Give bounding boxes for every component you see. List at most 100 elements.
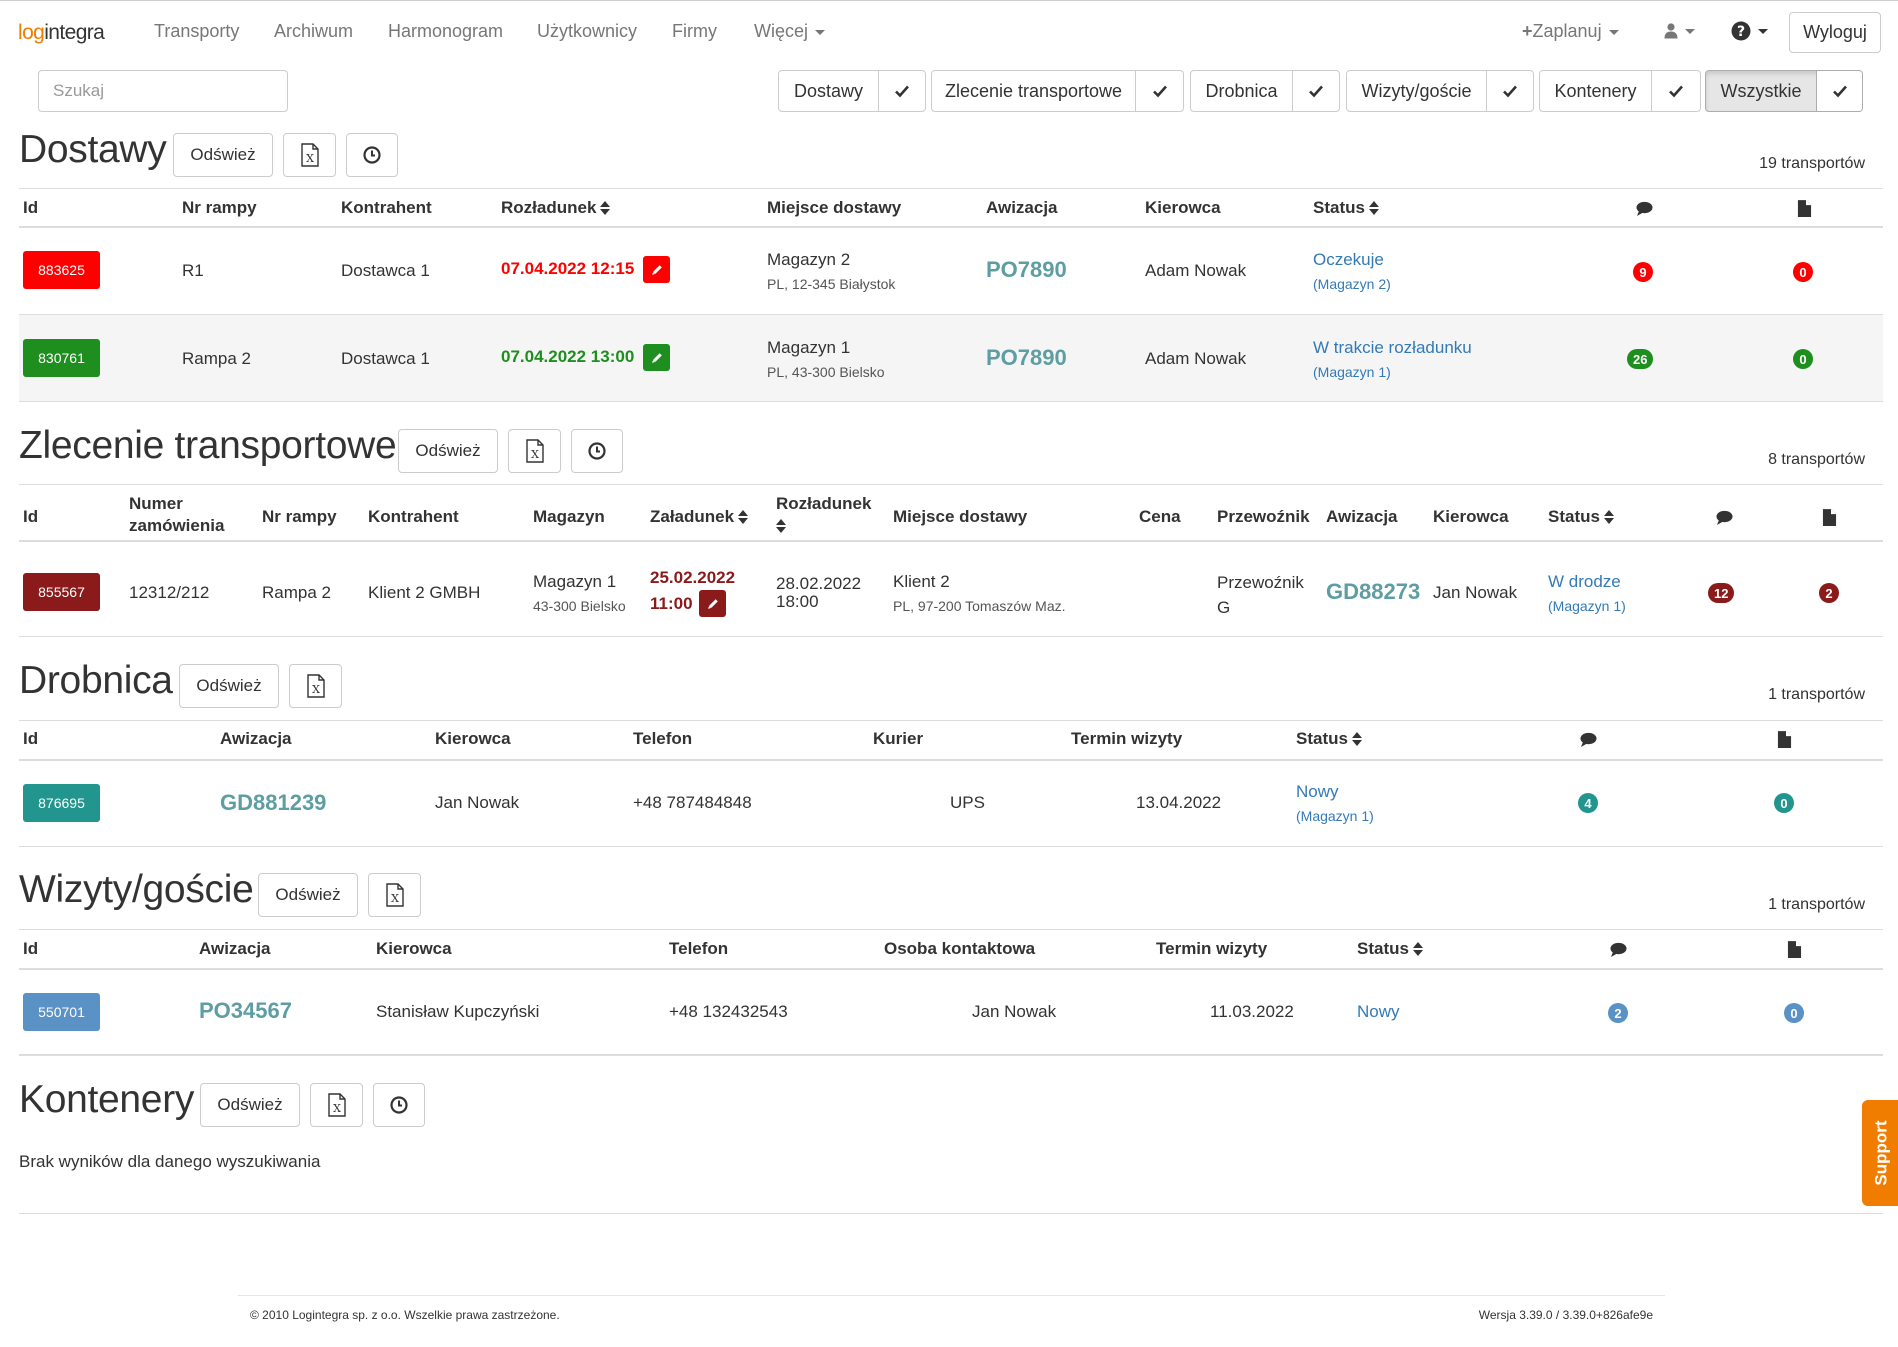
documents-badge[interactable]: 0 <box>1793 262 1813 282</box>
navbar: logintegra Transporty Archiwum Harmonogr… <box>0 1 1898 63</box>
col-termin-wizyty: Termin wizyty <box>1156 939 1268 958</box>
file-icon <box>1822 508 1837 527</box>
status-link[interactable]: W drodze <box>1548 572 1621 592</box>
filter-drobnica-toggle[interactable] <box>1293 71 1339 111</box>
plan-menu[interactable]: +Zaplanuj <box>1522 21 1619 42</box>
clock-icon <box>389 1095 409 1115</box>
awizacja-number[interactable]: GD88273 <box>1326 579 1420 605</box>
file-icon <box>1787 940 1802 959</box>
nav-wiecej[interactable]: Więcej <box>754 21 826 42</box>
transport-count: 19 transportów <box>1759 155 1865 172</box>
support-tab[interactable]: Support <box>1862 1100 1898 1206</box>
user-menu[interactable] <box>1664 23 1695 39</box>
refresh-button[interactable]: Odśwież <box>200 1083 300 1127</box>
comments-badge[interactable]: 26 <box>1627 349 1654 369</box>
id-label[interactable]: 550701 <box>23 993 100 1031</box>
filter-wszystkie-toggle[interactable] <box>1817 71 1862 111</box>
sort-icon <box>738 510 749 524</box>
awizacja-number[interactable]: PO34567 <box>199 998 292 1024</box>
status-link[interactable]: Nowy <box>1296 782 1339 802</box>
sort-icon <box>1603 510 1614 524</box>
id-label[interactable]: 883625 <box>23 251 100 289</box>
refresh-button[interactable]: Odśwież <box>398 429 498 473</box>
comments-badge[interactable]: 4 <box>1578 793 1598 813</box>
col-id: Id <box>23 198 39 217</box>
awizacja-number[interactable]: GD881239 <box>220 790 326 816</box>
export-excel-button[interactable] <box>368 873 421 917</box>
export-excel-button[interactable] <box>289 664 342 708</box>
documents-badge[interactable]: 0 <box>1793 349 1813 369</box>
filter-kontenery-button[interactable]: Kontenery <box>1540 71 1652 111</box>
filter-drobnica-button[interactable]: Drobnica <box>1191 71 1293 111</box>
refresh-button[interactable]: Odśwież <box>173 133 273 177</box>
status-link[interactable]: Nowy <box>1357 1002 1400 1022</box>
filter-kontenery: Kontenery <box>1539 70 1701 112</box>
status-link[interactable]: W trakcie rozładunku <box>1313 338 1472 358</box>
search-input[interactable] <box>38 70 288 112</box>
col-kierowca: Kierowca <box>1433 507 1509 526</box>
section-title-kontenery: Kontenery <box>19 1078 195 1121</box>
history-button[interactable] <box>346 133 398 177</box>
divider <box>19 759 1883 761</box>
comments-badge[interactable]: 12 <box>1708 583 1735 603</box>
col-status[interactable]: Status <box>1357 938 1423 960</box>
col-status-label: Status <box>1548 507 1600 526</box>
export-excel-button[interactable] <box>508 429 561 473</box>
phone-cell: +48 787484848 <box>633 793 752 812</box>
nav-harmonogram[interactable]: Harmonogram <box>388 21 503 42</box>
refresh-button[interactable]: Odśwież <box>179 664 279 708</box>
pencil-icon <box>650 263 664 277</box>
filter-zlecenie-toggle[interactable] <box>1136 71 1183 111</box>
nav-firmy[interactable]: Firmy <box>672 21 717 42</box>
id-label[interactable]: 830761 <box>23 339 100 377</box>
filter-dostawy-button[interactable]: Dostawy <box>779 71 879 111</box>
divider <box>19 401 1883 402</box>
logo[interactable]: logintegra <box>18 21 105 45</box>
logo-part-log: log <box>18 21 45 44</box>
col-rozladunek[interactable]: Rozładunek <box>776 493 871 537</box>
driver-cell: Adam Nowak <box>1145 349 1247 368</box>
comments-badge[interactable]: 2 <box>1608 1003 1628 1023</box>
edit-button[interactable] <box>699 590 726 617</box>
awizacja-number[interactable]: PO7890 <box>986 345 1067 371</box>
nav-archiwum[interactable]: Archiwum <box>274 21 353 42</box>
excel-icon <box>306 674 326 698</box>
nav-uzytkownicy[interactable]: Użytkownicy <box>537 21 637 42</box>
filter-wizyty-toggle[interactable] <box>1487 71 1533 111</box>
logout-button[interactable]: Wyloguj <box>1789 12 1881 53</box>
ramp-cell: Rampa 2 <box>262 583 331 602</box>
filter-wszystkie-button[interactable]: Wszystkie <box>1706 71 1817 111</box>
awizacja-number[interactable]: PO7890 <box>986 257 1067 283</box>
col-zaladunek[interactable]: Załadunek <box>650 506 749 528</box>
col-status[interactable]: Status <box>1548 506 1614 528</box>
edit-button[interactable] <box>643 256 670 283</box>
col-termin-wizyty: Termin wizyty <box>1071 729 1183 748</box>
support-label: Support <box>1872 1120 1891 1186</box>
help-menu[interactable]: ? <box>1731 21 1768 41</box>
status-link[interactable]: Oczekuje <box>1313 250 1384 270</box>
documents-badge[interactable]: 2 <box>1819 583 1839 603</box>
filter-zlecenie-button[interactable]: Zlecenie transportowe <box>932 71 1136 111</box>
col-status[interactable]: Status <box>1296 728 1362 750</box>
history-button[interactable] <box>571 429 623 473</box>
id-label[interactable]: 876695 <box>23 784 100 822</box>
refresh-button[interactable]: Odśwież <box>258 873 358 917</box>
history-button[interactable] <box>373 1083 425 1127</box>
col-magazyn: Magazyn <box>533 507 605 526</box>
filter-dostawy-toggle[interactable] <box>879 71 925 111</box>
filter-drobnica: Drobnica <box>1190 70 1340 112</box>
documents-badge[interactable]: 0 <box>1784 1003 1804 1023</box>
export-excel-button[interactable] <box>310 1083 363 1127</box>
divider <box>19 226 1883 228</box>
id-label[interactable]: 855567 <box>23 573 100 611</box>
nav-transporty[interactable]: Transporty <box>154 21 239 42</box>
edit-button[interactable] <box>643 344 670 371</box>
col-rozladunek[interactable]: Rozładunek <box>501 197 611 219</box>
export-excel-button[interactable] <box>283 133 336 177</box>
col-status[interactable]: Status <box>1313 197 1379 219</box>
comments-badge[interactable]: 9 <box>1633 262 1653 282</box>
documents-badge[interactable]: 0 <box>1774 793 1794 813</box>
filter-wizyty-button[interactable]: Wizyty/goście <box>1347 71 1487 111</box>
filter-kontenery-toggle[interactable] <box>1652 71 1700 111</box>
col-zaladunek-label: Załadunek <box>650 507 735 526</box>
